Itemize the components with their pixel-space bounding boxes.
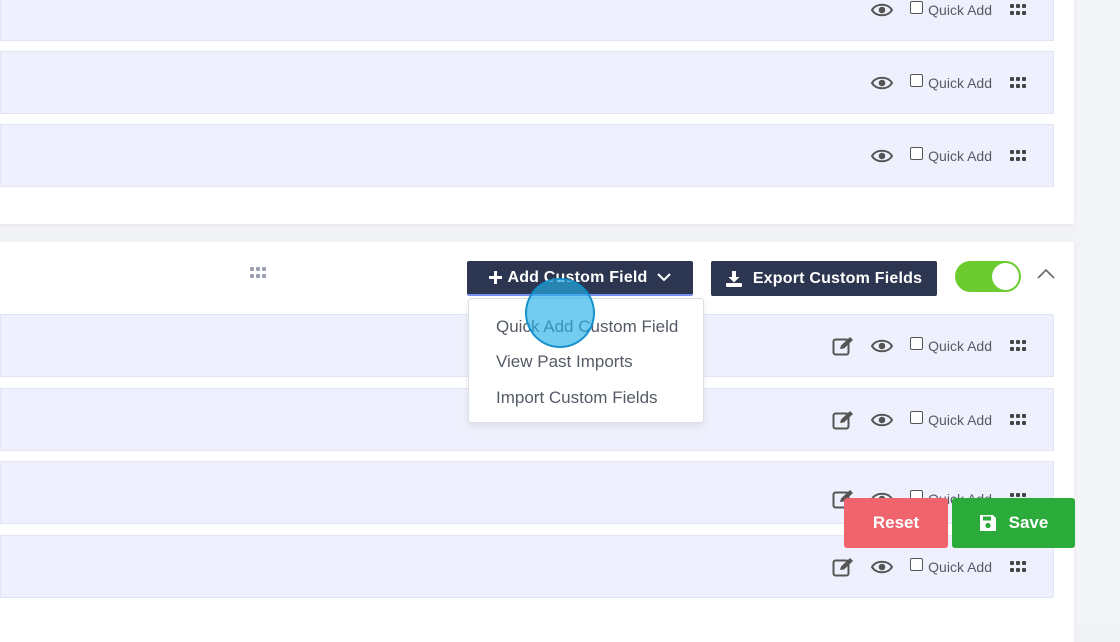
quick-add-label: Quick Add [928, 74, 992, 91]
field-row: Quick Add [0, 124, 1054, 187]
quick-add-checkbox[interactable] [910, 411, 924, 424]
quick-add-checkbox[interactable] [910, 558, 924, 571]
field-row: Quick Add [0, 0, 1054, 41]
row-actions: Quick Add [831, 389, 1027, 450]
field-row: Quick Add [0, 51, 1054, 114]
row-actions: Quick Add [870, 0, 1027, 40]
row-actions: Quick Add [870, 52, 1027, 113]
eye-icon[interactable] [870, 0, 894, 22]
eye-icon[interactable] [870, 408, 894, 432]
export-custom-fields-button[interactable]: Export Custom Fields [711, 261, 937, 296]
chevron-up-icon[interactable] [1037, 266, 1055, 280]
menu-item-view-past-imports[interactable]: View Past Imports [496, 352, 633, 372]
quick-add-label: Quick Add [928, 147, 992, 164]
section-drag-handle-icon[interactable] [249, 266, 267, 280]
row-actions: Quick Add [870, 125, 1027, 186]
quick-add-checkbox[interactable] [910, 1, 924, 14]
quick-add-toggle[interactable]: Quick Add [910, 1, 992, 18]
click-indicator [525, 278, 595, 348]
page-background-right [1075, 0, 1120, 626]
quick-add-toggle[interactable]: Quick Add [910, 147, 992, 164]
quick-add-label: Quick Add [928, 558, 992, 575]
menu-item-import-custom-fields[interactable]: Import Custom Fields [496, 388, 658, 408]
edit-icon[interactable] [831, 555, 855, 579]
edit-icon[interactable] [831, 334, 855, 358]
drag-handle-icon[interactable] [1009, 76, 1027, 90]
section-enabled-toggle[interactable] [955, 261, 1021, 292]
quick-add-checkbox[interactable] [910, 74, 924, 87]
drag-handle-icon[interactable] [1009, 413, 1027, 427]
row-actions: Quick Add [831, 315, 1027, 376]
drag-handle-icon[interactable] [1009, 3, 1027, 17]
download-icon [725, 270, 742, 287]
reset-button[interactable]: Reset [844, 498, 948, 548]
quick-add-toggle[interactable]: Quick Add [910, 74, 992, 91]
eye-icon[interactable] [870, 334, 894, 358]
quick-add-toggle[interactable]: Quick Add [910, 337, 992, 354]
floppy-disk-icon [979, 514, 997, 532]
edit-icon[interactable] [831, 408, 855, 432]
quick-add-toggle[interactable]: Quick Add [910, 411, 992, 428]
save-label: Save [1008, 513, 1049, 532]
quick-add-label: Quick Add [928, 1, 992, 18]
custom-fields-card-top: Quick Add Quick Add Quick Add [0, 0, 1074, 224]
quick-add-toggle[interactable]: Quick Add [910, 558, 992, 575]
eye-icon[interactable] [870, 144, 894, 168]
quick-add-label: Quick Add [928, 411, 992, 428]
export-custom-fields-label: Export Custom Fields [752, 269, 923, 287]
plus-icon [489, 271, 503, 284]
drag-handle-icon[interactable] [1009, 560, 1027, 574]
quick-add-checkbox[interactable] [910, 147, 924, 160]
quick-add-label: Quick Add [928, 337, 992, 354]
eye-icon[interactable] [870, 71, 894, 95]
eye-icon[interactable] [870, 555, 894, 579]
save-button[interactable]: Save [952, 498, 1075, 548]
drag-handle-icon[interactable] [1009, 339, 1027, 353]
quick-add-checkbox[interactable] [910, 337, 924, 350]
chevron-down-icon [656, 273, 671, 282]
reset-label: Reset [872, 513, 920, 532]
toggle-knob [992, 263, 1019, 290]
drag-handle-icon[interactable] [1009, 149, 1027, 163]
